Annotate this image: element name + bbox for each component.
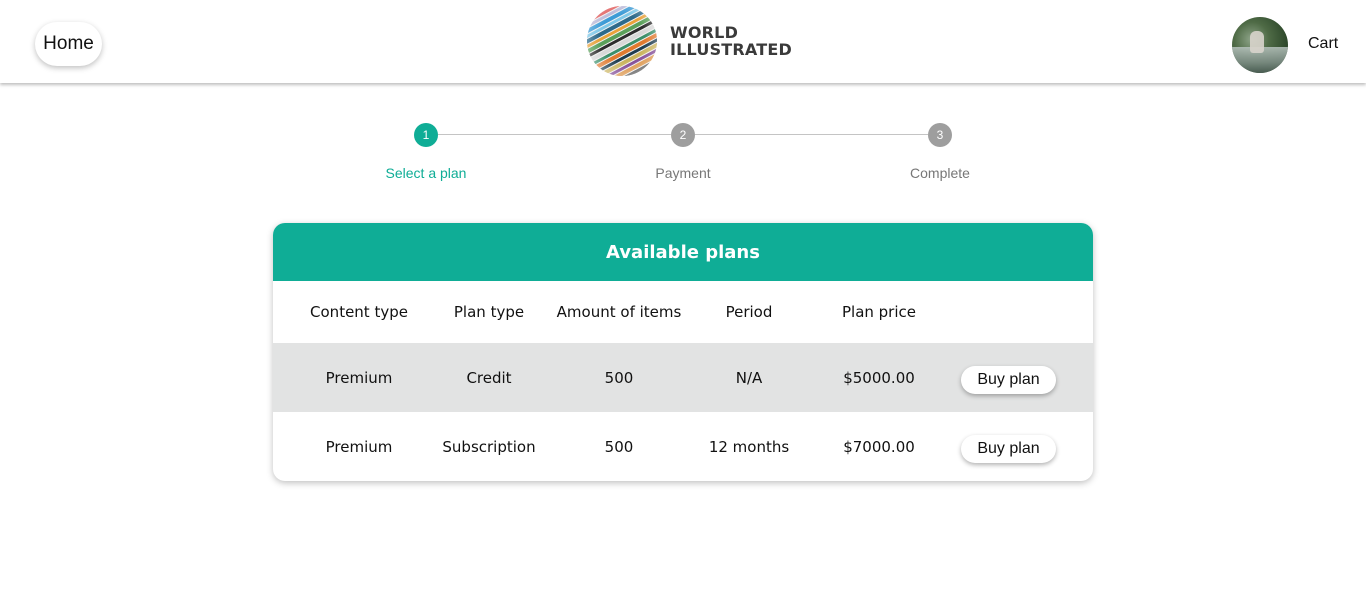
buy-plan-button[interactable]: Buy plan — [961, 365, 1056, 394]
period-cell: N/A — [735, 368, 763, 387]
table-row: Premium Subscription 500 12 months $7000… — [273, 412, 1093, 481]
checkout-stepper: 1 2 3 Select a plan Payment Complete — [0, 0, 1366, 200]
period-cell: 12 months — [708, 437, 790, 456]
column-header-period: Period — [725, 303, 773, 321]
amount-cell: 500 — [604, 368, 634, 387]
step-1-label: Select a plan — [385, 165, 467, 181]
column-header-amount: Amount of items — [556, 303, 682, 321]
step-1-indicator: 1 — [414, 123, 438, 147]
column-header-plan-price: Plan price — [841, 303, 916, 321]
column-header-content-type: Content type — [310, 303, 408, 321]
plan-type-cell: Credit — [466, 368, 512, 387]
price-cell: $5000.00 — [843, 368, 915, 387]
plans-table-header: Content type Plan type Amount of items P… — [273, 281, 1093, 343]
plans-card-title: Available plans — [273, 223, 1093, 281]
price-cell: $7000.00 — [843, 437, 915, 456]
step-3-indicator: 3 — [928, 123, 952, 147]
content-type-cell: Premium — [325, 368, 393, 387]
column-header-plan-type: Plan type — [453, 303, 525, 321]
amount-cell: 500 — [604, 437, 634, 456]
plan-type-cell: Subscription — [442, 437, 536, 456]
step-3-label: Complete — [910, 165, 970, 181]
step-2-label: Payment — [655, 165, 711, 181]
step-2-indicator: 2 — [671, 123, 695, 147]
available-plans-card: Available plans Content type Plan type A… — [273, 223, 1093, 481]
buy-plan-button[interactable]: Buy plan — [961, 434, 1056, 463]
table-row: Premium Credit 500 N/A $5000.00 Buy plan — [273, 343, 1093, 412]
step-connector-1-2 — [438, 134, 671, 135]
content-type-cell: Premium — [325, 437, 393, 456]
step-connector-2-3 — [695, 134, 928, 135]
